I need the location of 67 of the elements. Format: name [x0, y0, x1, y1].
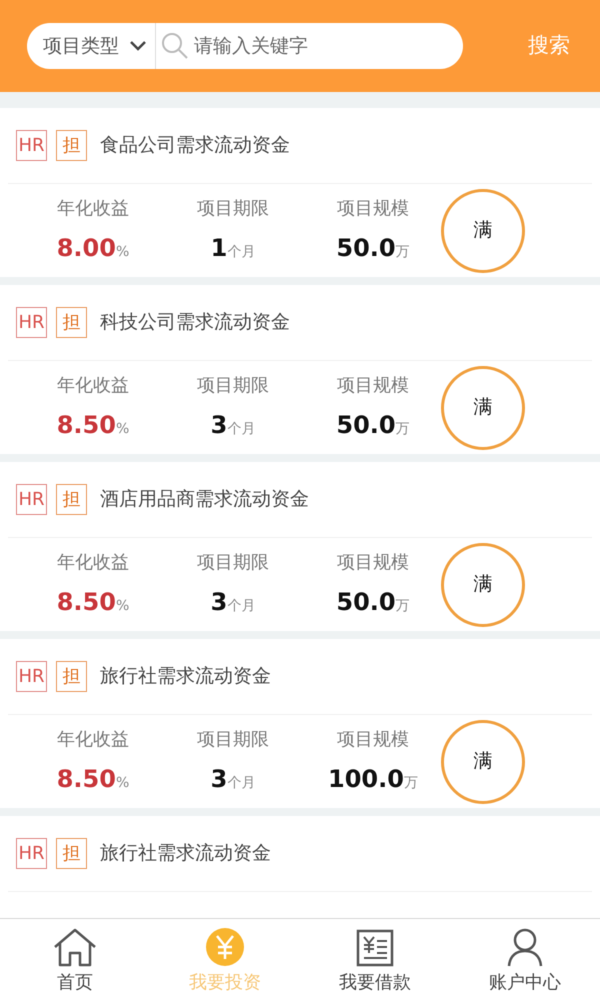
stat-label: 项目期限 [197, 374, 269, 398]
stat-unit: 个月 [227, 420, 256, 439]
stat-value: 100.0 [328, 764, 404, 795]
project-title: 食品公司需求流动资金 [100, 133, 290, 158]
chevron-down-icon [129, 40, 147, 52]
project-card[interactable]: HR 担 旅行社需求流动资金 年化收益 8.50% 项目期限 3个月 项目规模 100.0万 满 [0, 639, 600, 808]
stat-unit: 个月 [227, 597, 256, 616]
stat-value: 8.50 [56, 764, 116, 795]
tab-item[interactable]: 账户中心 [450, 919, 600, 1000]
tag: HR [16, 307, 47, 338]
stat-label: 项目规模 [337, 374, 409, 398]
stat-value: 8.50 [56, 587, 116, 618]
tag: 担 [56, 130, 87, 161]
tag: HR [16, 484, 47, 515]
stat-value: 3 [210, 587, 228, 618]
stat-unit: 万 [404, 774, 418, 793]
tag: 担 [56, 484, 87, 515]
project-card[interactable]: HR 担 酒店用品商需求流动资金 年化收益 8.50% 项目期限 3个月 项目规模 50.0万 满 [0, 462, 600, 631]
stat-value: 50.0 [336, 233, 396, 264]
stat-label: 项目期限 [197, 728, 269, 752]
category-dropdown[interactable]: 项目类型 [27, 23, 156, 69]
tag: 担 [56, 307, 87, 338]
stat-value: 50.0 [336, 587, 396, 618]
stat-value: 8.00 [56, 233, 116, 264]
stat-value: 1 [210, 233, 228, 264]
stat-unit: 万 [396, 243, 410, 262]
tag: 担 [56, 838, 87, 869]
tab-item[interactable]: 首页 [0, 919, 150, 1000]
stat-value: 8.50 [56, 410, 116, 441]
stat-label: 项目期限 [197, 551, 269, 575]
stat-label: 年化收益 [57, 197, 129, 221]
stat-value: 3 [210, 764, 228, 795]
ledger-icon [356, 929, 394, 967]
stat-unit: % [116, 774, 130, 793]
stat-label: 年化收益 [57, 728, 129, 752]
project-card[interactable]: HR 担 科技公司需求流动资金 年化收益 8.50% 项目期限 3个月 项目规模 50.0万 满 [0, 285, 600, 454]
home-icon [52, 927, 98, 967]
tag: HR [16, 130, 47, 161]
tag: HR [16, 661, 47, 692]
tab-item[interactable]: 我要借款 [300, 919, 450, 1000]
project-title: 酒店用品商需求流动资金 [100, 487, 309, 512]
stat-unit: 万 [396, 420, 410, 439]
project-title: 科技公司需求流动资金 [100, 310, 290, 336]
stat-unit: 个月 [227, 774, 256, 793]
stat-unit: 万 [396, 597, 410, 616]
project-card[interactable]: HR 担 食品公司需求流动资金 年化收益 8.00% 项目期限 1个月 项目规模 50.0万 满 [0, 108, 600, 277]
user-icon [506, 927, 544, 967]
stat-unit: 个月 [227, 243, 256, 262]
stat-unit: % [116, 420, 130, 439]
stat-label: 年化收益 [57, 551, 129, 575]
search-icon [160, 31, 190, 61]
yen-icon [205, 927, 245, 967]
stat-value: 3 [210, 410, 228, 441]
stat-label: 项目规模 [337, 197, 409, 221]
project-title: 旅行社需求流动资金 [100, 664, 271, 690]
project-card[interactable]: HR 担 旅行社需求流动资金 [0, 816, 600, 918]
stat-unit: % [116, 243, 130, 262]
tag: HR [16, 838, 47, 869]
stat-label: 项目规模 [337, 728, 409, 752]
stat-label: 项目规模 [337, 551, 409, 575]
tag: 担 [56, 661, 87, 692]
search-field[interactable]: 项目类型 请输入关键字 [27, 23, 463, 69]
project-title: 旅行社需求流动资金 [100, 841, 271, 866]
stat-unit: % [116, 597, 130, 616]
stat-label: 年化收益 [57, 374, 129, 398]
stat-label: 项目期限 [197, 197, 269, 221]
stat-value: 50.0 [336, 410, 396, 441]
